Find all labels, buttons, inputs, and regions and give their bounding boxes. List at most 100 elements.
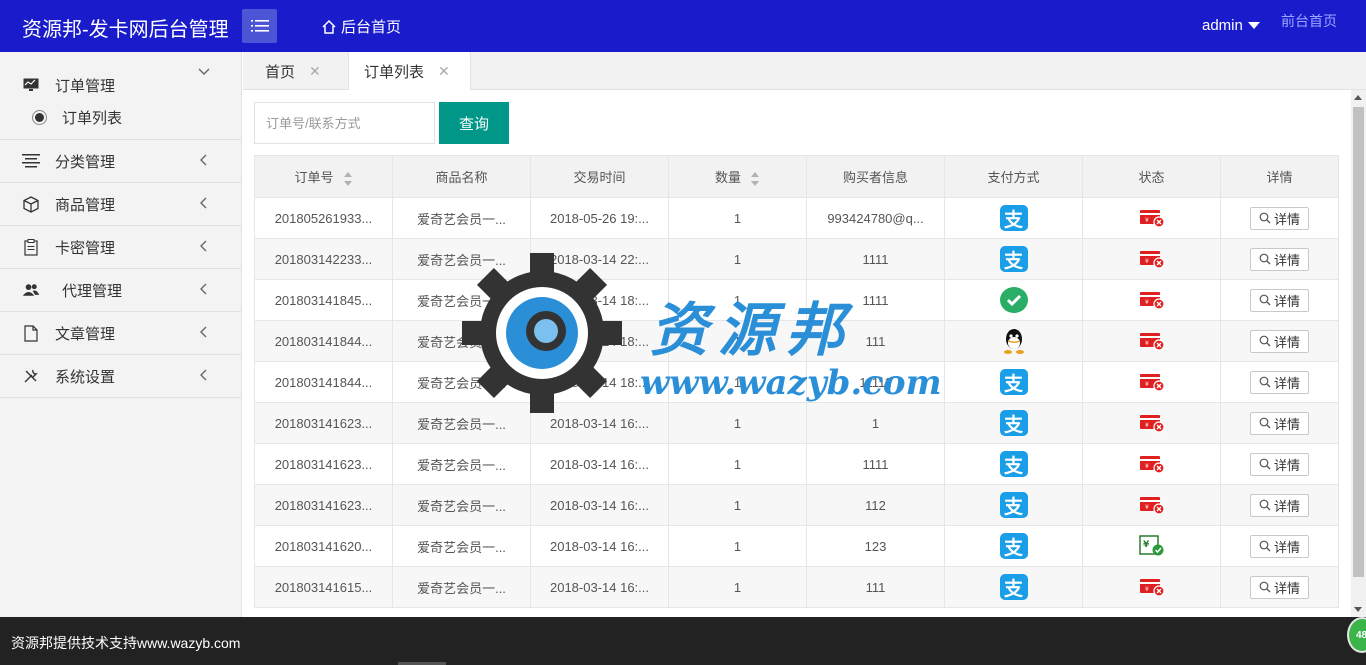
cell-order-no: 201803141623... xyxy=(254,443,393,485)
detail-button-label: 详情 xyxy=(1273,252,1300,268)
close-icon[interactable]: ✕ xyxy=(438,63,450,80)
align-list-icon xyxy=(22,152,40,170)
sidebar-item-articles[interactable]: 文章管理 xyxy=(0,312,241,355)
detail-button-label: 详情 xyxy=(1273,334,1300,350)
table-row: 201805261933... 爱奇艺会员一... 2018-05-26 19:..… xyxy=(254,197,1339,239)
alipay-icon: 支 xyxy=(999,451,1028,477)
cell-detail: 详情 xyxy=(1220,279,1339,321)
sidebar-item-cards[interactable]: 卡密管理 xyxy=(0,226,241,269)
detail-button[interactable]: 详情 xyxy=(1250,247,1309,271)
column-label: 详情 xyxy=(1266,170,1293,185)
search-input[interactable] xyxy=(254,102,435,144)
front-home-link[interactable]: 前台首页 xyxy=(1281,11,1337,31)
sidebar-item-categories[interactable]: 分类管理 xyxy=(0,140,241,183)
cell-status: ¥ xyxy=(1082,402,1221,444)
detail-button[interactable]: 详情 xyxy=(1250,288,1309,312)
sidebar: 订单管理 订单列表 分类管理 商品管理 卡密管理 代理管理 文章管理 系统设置 xyxy=(0,52,242,617)
search-icon xyxy=(1259,458,1271,470)
detail-button-label: 详情 xyxy=(1273,211,1300,227)
cell-payment: 支 xyxy=(944,484,1083,526)
sort-icon[interactable] xyxy=(343,171,353,186)
col-qty[interactable]: 数量 xyxy=(668,155,807,198)
cell-payment: 支 xyxy=(944,443,1083,485)
detail-button[interactable]: 详情 xyxy=(1250,452,1309,476)
cell-buyer: 123 xyxy=(806,525,945,567)
cell-status: ¥ xyxy=(1082,361,1221,403)
detail-button[interactable]: 详情 xyxy=(1250,493,1309,517)
cell-payment: 支 xyxy=(944,238,1083,280)
cell-qty: 1 xyxy=(668,402,807,444)
detail-button[interactable]: 详情 xyxy=(1250,206,1309,230)
menu-icon xyxy=(250,20,269,32)
search-icon xyxy=(1259,294,1271,306)
cell-status: ¥ xyxy=(1082,320,1221,362)
detail-button[interactable]: 详情 xyxy=(1250,411,1309,435)
vertical-scrollbar[interactable] xyxy=(1351,90,1366,617)
cell-payment xyxy=(944,320,1083,362)
detail-button[interactable]: 详情 xyxy=(1250,370,1309,394)
search-icon xyxy=(1259,417,1271,429)
cell-buyer: 1 xyxy=(806,402,945,444)
sidebar-item-agents[interactable]: 代理管理 xyxy=(0,269,241,312)
detail-button[interactable]: 详情 xyxy=(1250,329,1309,353)
detail-button[interactable]: 详情 xyxy=(1250,575,1309,599)
cell-status: ¥ xyxy=(1082,525,1221,567)
search-button[interactable]: 查询 xyxy=(439,102,509,144)
sidebar-item-products[interactable]: 商品管理 xyxy=(0,183,241,226)
col-order-no[interactable]: 订单号 xyxy=(254,155,393,198)
sidebar-item-label: 文章管理 xyxy=(55,325,116,343)
unpaid-status-icon: ¥ xyxy=(1139,333,1165,351)
scroll-up-icon[interactable] xyxy=(1354,95,1362,100)
col-product: 商品名称 xyxy=(392,155,531,198)
tab-label: 订单列表 xyxy=(364,64,425,81)
admin-home-link[interactable]: 后台首页 xyxy=(321,16,401,37)
sidebar-item-settings[interactable]: 系统设置 xyxy=(0,355,241,398)
tab-order-list[interactable]: 订单列表 ✕ xyxy=(348,52,471,91)
cell-order-no: 201803141623... xyxy=(254,484,393,526)
scroll-down-icon[interactable] xyxy=(1354,607,1362,612)
cell-detail: 详情 xyxy=(1220,197,1339,239)
cell-order-no: 201803141623... xyxy=(254,402,393,444)
users-icon xyxy=(22,281,40,299)
table-row: 201803141844... 爱奇艺会员一... 2018-03-14 18:..… xyxy=(254,320,1339,362)
cell-payment: 支 xyxy=(944,361,1083,403)
cell-qty: 1 xyxy=(668,279,807,321)
detail-button-label: 详情 xyxy=(1273,375,1300,391)
paid-status-icon: ¥ xyxy=(1138,535,1163,556)
user-menu[interactable]: admin xyxy=(1202,17,1260,34)
cell-qty: 1 xyxy=(668,443,807,485)
cell-buyer: 111 xyxy=(806,320,945,362)
svg-text:¥: ¥ xyxy=(1145,299,1149,306)
tab-home[interactable]: 首页 ✕ xyxy=(265,52,321,90)
column-label: 交易时间 xyxy=(573,170,626,185)
tab-bar: 首页 ✕ 订单列表 ✕ xyxy=(243,52,1366,91)
sidebar-item-label: 分类管理 xyxy=(55,153,116,171)
svg-text:¥: ¥ xyxy=(1145,217,1149,224)
unpaid-status-icon: ¥ xyxy=(1139,497,1165,515)
cell-buyer: 993424780@q... xyxy=(806,197,945,239)
table-row: 201803141623... 爱奇艺会员一... 2018-03-14 16:..… xyxy=(254,443,1339,485)
cell-order-no: 201803141620... xyxy=(254,525,393,567)
svg-text:¥: ¥ xyxy=(1145,381,1149,388)
cell-time: 2018-03-14 18:... xyxy=(530,320,669,362)
sort-icon[interactable] xyxy=(751,171,760,186)
detail-button-label: 详情 xyxy=(1273,580,1300,596)
cell-payment: 支 xyxy=(944,402,1083,444)
detail-button[interactable]: 详情 xyxy=(1250,534,1309,558)
svg-text:¥: ¥ xyxy=(1145,463,1149,470)
cell-time: 2018-03-14 18:... xyxy=(530,279,669,321)
menu-toggle-button[interactable] xyxy=(242,9,277,43)
cell-product: 爱奇艺会员一... xyxy=(392,279,531,321)
chevron-down-icon xyxy=(198,68,210,75)
cell-product: 爱奇艺会员一... xyxy=(392,566,531,608)
sidebar-item-orders[interactable]: 订单管理 xyxy=(0,52,241,118)
close-icon[interactable]: ✕ xyxy=(309,63,321,80)
sidebar-item-label: 商品管理 xyxy=(55,196,116,214)
cell-qty: 1 xyxy=(668,566,807,608)
cell-order-no: 201803141844... xyxy=(254,320,393,362)
scroll-thumb[interactable] xyxy=(1353,107,1364,577)
user-name: admin xyxy=(1202,17,1243,34)
alipay-icon: 支 xyxy=(999,369,1028,395)
cell-buyer: 112 xyxy=(806,484,945,526)
alipay-icon: 支 xyxy=(999,574,1028,600)
